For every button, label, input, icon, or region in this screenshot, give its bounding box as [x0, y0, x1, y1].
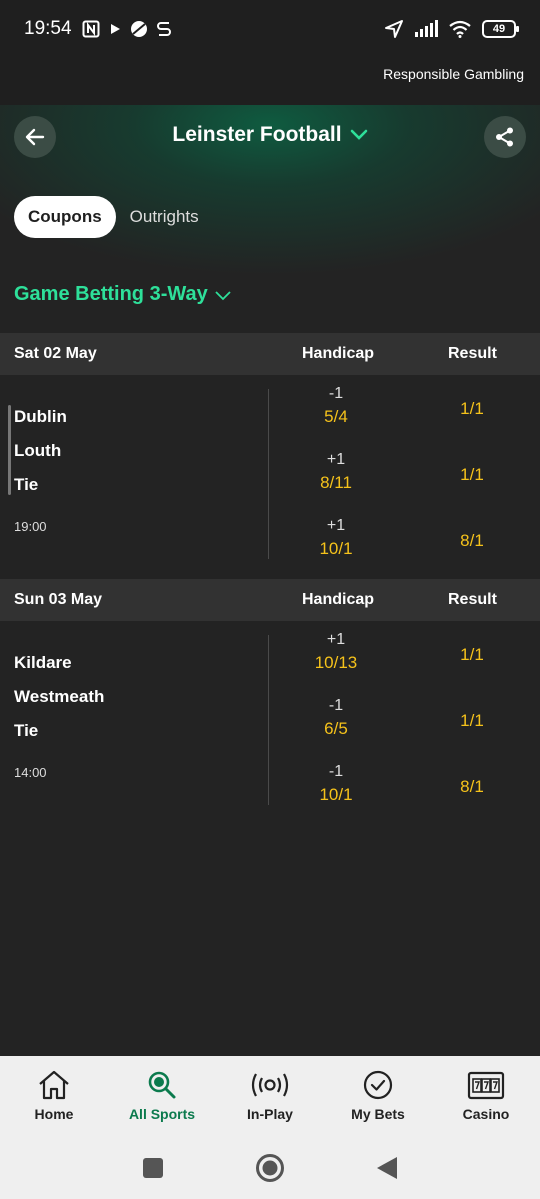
- handicap-odds: 10/1: [319, 785, 353, 804]
- result-odds-button[interactable]: 1/1: [432, 399, 512, 419]
- nav-my-bets-label: My Bets: [351, 1106, 405, 1122]
- broadcast-icon: [251, 1073, 289, 1097]
- handicap-line: -1: [328, 385, 344, 402]
- event-section: Sun 03 May Handicap Result Kildare Westm…: [0, 579, 540, 825]
- nav-home[interactable]: Home: [0, 1056, 108, 1136]
- result-odds-button[interactable]: 1/1: [432, 711, 512, 731]
- handicap-line: -1: [328, 763, 344, 780]
- chevron-down-icon: [350, 129, 367, 140]
- date-header: Sun 03 May Handicap Result: [0, 579, 540, 621]
- nfc-icon: [82, 20, 100, 38]
- status-system-icons: 49: [384, 19, 519, 39]
- event-row[interactable]: Kildare Westmeath Tie 14:00 +1 10/13 -1 …: [0, 621, 540, 825]
- market-selector[interactable]: Game Betting 3-Way: [14, 283, 232, 306]
- handicap-line: +1: [326, 631, 346, 648]
- handicap-line: +1: [326, 517, 346, 534]
- back-triangle-icon[interactable]: [375, 1155, 399, 1181]
- team-tie: Tie: [14, 475, 39, 494]
- nav-in-play[interactable]: In-Play: [216, 1056, 324, 1136]
- home-icon: [39, 1070, 69, 1100]
- result-odds-button[interactable]: 1/1: [432, 465, 512, 485]
- kickoff-time: 14:00: [14, 765, 47, 780]
- recent-apps-icon[interactable]: [141, 1156, 165, 1180]
- handicap-odds: 5/4: [324, 407, 348, 426]
- page-title-text: Leinster Football: [172, 123, 342, 146]
- page-title[interactable]: Leinster Football: [0, 123, 540, 147]
- coupon-tabs: Coupons Outrights: [14, 196, 199, 238]
- share-button[interactable]: [484, 116, 526, 158]
- handicap-odds: 10/13: [314, 653, 358, 672]
- search-icon: [148, 1071, 176, 1099]
- bottom-navigation: Home All Sports In-Play My Bets Casino: [0, 1056, 540, 1136]
- handicap-line: +1: [326, 451, 346, 468]
- home-circle-icon[interactable]: [255, 1153, 285, 1183]
- status-notification-icons: [82, 20, 172, 38]
- event-accent-bar: [8, 405, 11, 495]
- column-divider: [268, 635, 269, 805]
- event-date: Sat 02 May: [14, 345, 97, 362]
- handicap-odds: 8/11: [320, 473, 352, 492]
- battery-level: 49: [492, 23, 506, 35]
- tab-coupons[interactable]: Coupons: [14, 196, 116, 238]
- status-time: 19:54: [24, 18, 72, 39]
- nav-casino-label: Casino: [462, 1106, 510, 1122]
- team-home: Kildare: [14, 653, 72, 672]
- battery-icon: 49: [482, 20, 519, 38]
- play-icon: [110, 24, 120, 34]
- column-result: Result: [448, 591, 497, 608]
- chevron-down-icon: [215, 290, 231, 300]
- column-handicap: Handicap: [302, 345, 375, 362]
- status-bar: 19:54 49: [0, 0, 540, 58]
- checkmark-icon: [363, 1070, 393, 1100]
- nav-in-play-label: In-Play: [247, 1106, 293, 1122]
- responsible-gambling-bar: Responsible Gambling: [0, 58, 540, 105]
- handicap-odds: 10/1: [319, 539, 353, 558]
- handicap-odds-button[interactable]: -1 10/1: [296, 763, 376, 805]
- nav-all-sports[interactable]: All Sports: [108, 1056, 216, 1136]
- result-odds-button[interactable]: 8/1: [432, 531, 512, 551]
- responsible-gambling-link[interactable]: Responsible Gambling: [383, 66, 524, 82]
- handicap-odds-button[interactable]: +1 10/13: [296, 631, 376, 673]
- page-header: Leinster Football Coupons Outrights: [0, 105, 540, 295]
- result-odds-button[interactable]: 8/1: [432, 777, 512, 797]
- date-header: Sat 02 May Handicap Result: [0, 333, 540, 375]
- market-label: Game Betting 3-Way: [14, 283, 208, 305]
- nav-my-bets[interactable]: My Bets: [324, 1056, 432, 1136]
- event-date: Sun 03 May: [14, 591, 103, 608]
- handicap-odds: 6/5: [324, 719, 348, 738]
- wifi-icon: [449, 20, 471, 38]
- share-icon: [496, 127, 513, 147]
- nav-casino[interactable]: Casino: [432, 1056, 540, 1136]
- nav-all-sports-label: All Sports: [128, 1106, 196, 1122]
- handicap-odds-button[interactable]: +1 10/1: [296, 517, 376, 559]
- app-s-icon: [156, 22, 171, 36]
- app-ball-icon: [130, 21, 147, 37]
- event-row[interactable]: Dublin Louth Tie 19:00 -1 5/4 +1 8/11 +1…: [0, 375, 540, 579]
- location-icon: [385, 20, 403, 38]
- handicap-odds-button[interactable]: -1 5/4: [296, 385, 376, 427]
- team-away: Louth: [14, 441, 62, 460]
- tab-outrights[interactable]: Outrights: [130, 207, 199, 227]
- team-home: Dublin: [14, 407, 67, 426]
- event-section: Sat 02 May Handicap Result Dublin Louth …: [0, 333, 540, 579]
- column-result: Result: [448, 345, 497, 362]
- handicap-odds-button[interactable]: +1 8/11: [296, 451, 376, 493]
- nav-home-label: Home: [34, 1106, 74, 1122]
- team-away: Westmeath: [14, 687, 105, 706]
- result-odds-button[interactable]: 1/1: [432, 645, 512, 665]
- team-tie: Tie: [14, 721, 39, 740]
- column-handicap: Handicap: [302, 591, 375, 608]
- handicap-odds-button[interactable]: -1 6/5: [296, 697, 376, 739]
- signal-icon: [415, 20, 438, 37]
- system-navigation-bar: [0, 1136, 540, 1199]
- slot-machine-icon: [467, 1071, 505, 1100]
- column-divider: [268, 389, 269, 559]
- handicap-line: -1: [328, 697, 344, 714]
- kickoff-time: 19:00: [14, 519, 47, 534]
